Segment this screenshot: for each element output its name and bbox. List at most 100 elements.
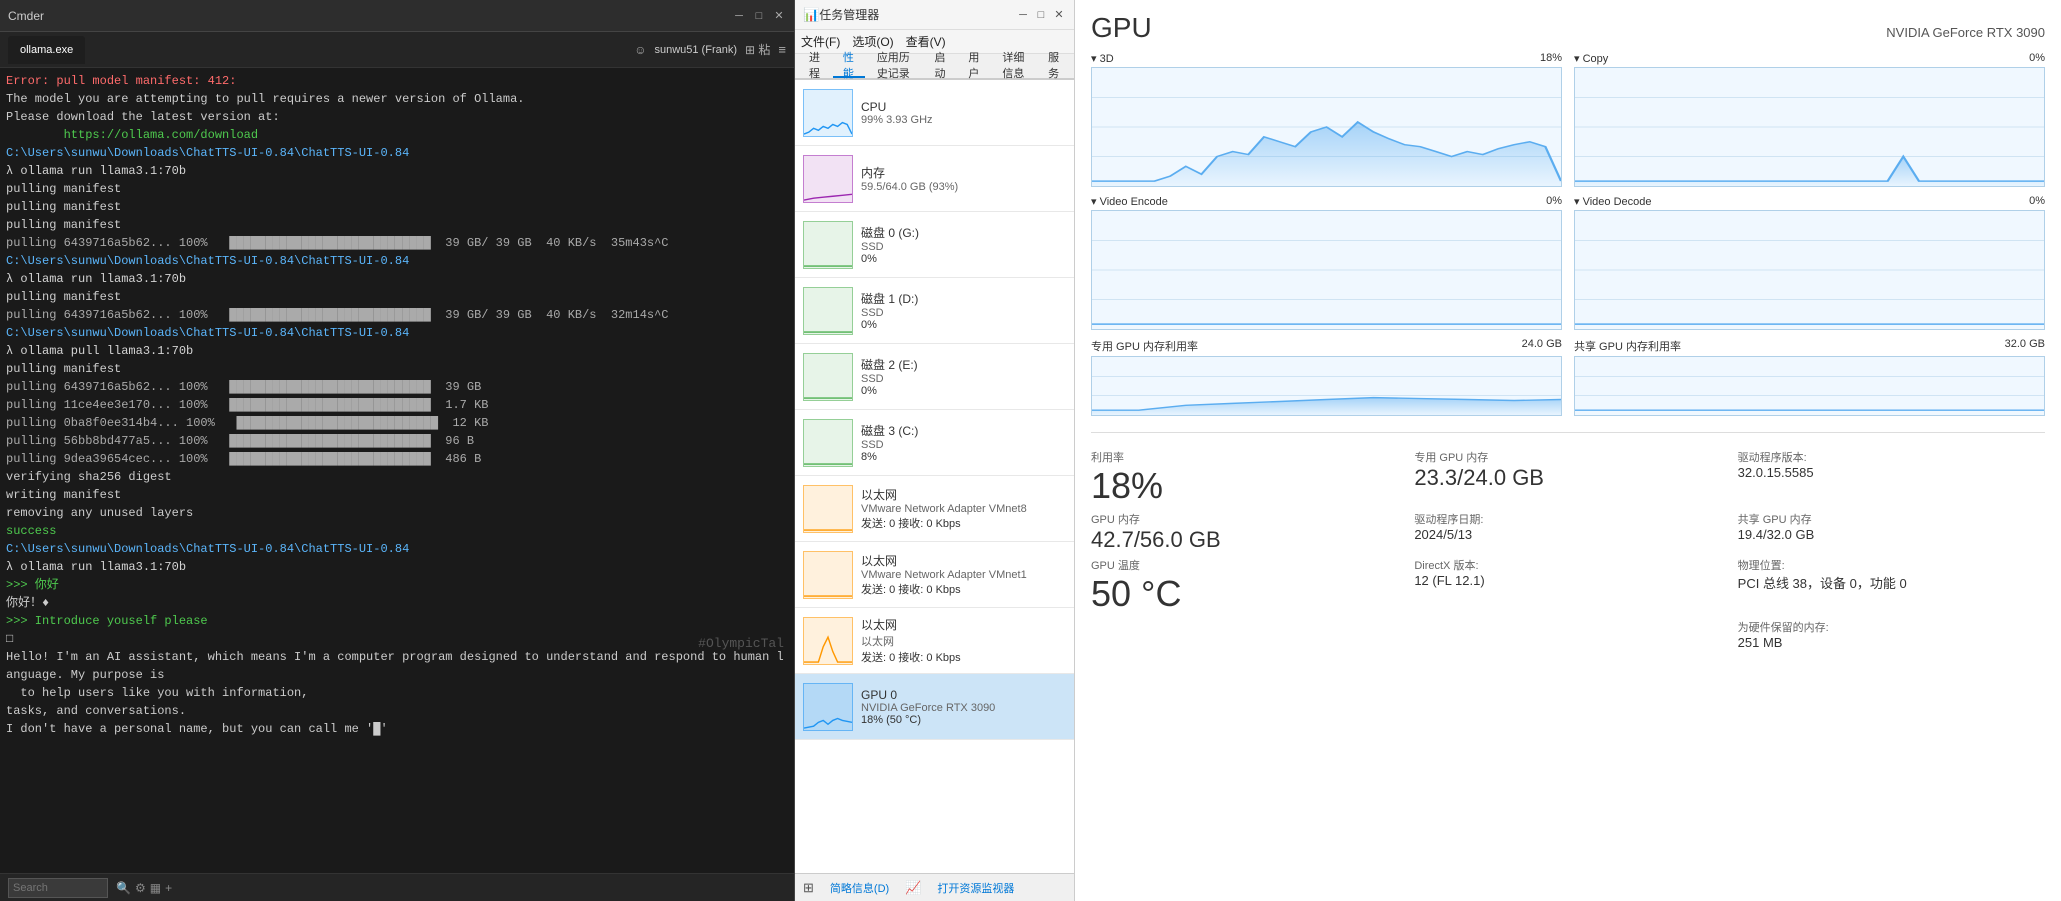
resource-val: 0% [861, 319, 1066, 331]
taskmgr-maximize-icon[interactable]: □ [1034, 8, 1048, 22]
driver-version-label: 驱动程序版本: [1738, 449, 2045, 465]
reserved-mem-value: 251 MB [1738, 635, 2045, 650]
resource-mini-graph [803, 485, 853, 533]
reserved-mem-label: 为硬件保留的内存: [1738, 619, 2045, 635]
terminal-toolbar-icons: 🔍 ⚙ ▦ + [116, 881, 172, 895]
resource-list: CPU 99% 3.93 GHz 内存 59.5/64.0 GB (93%) [795, 80, 1074, 873]
resource-mini-graph [803, 287, 853, 335]
resource-item[interactable]: CPU 99% 3.93 GHz [795, 80, 1074, 146]
taskmgr-title: 任务管理器 [819, 6, 879, 23]
tab-details[interactable]: 详细信息 [992, 54, 1036, 78]
resource-item[interactable]: 磁盘 1 (D:) SSD 0% [795, 278, 1074, 344]
resource-item[interactable]: 以太网 以太网 发送: 0 接收: 0 Kbps [795, 608, 1074, 674]
terminal-watermark: #OlympicTal [698, 634, 784, 654]
taskmgr-window-controls: ─ □ ✕ [1016, 8, 1066, 22]
resource-info: 以太网 以太网 发送: 0 接收: 0 Kbps [861, 616, 1066, 665]
resource-info: 以太网 VMware Network Adapter VMnet8 发送: 0 … [861, 486, 1066, 531]
terminal-tab[interactable]: ollama.exe [8, 36, 85, 64]
gpu-copy-label-text: ▾ Copy [1574, 52, 1608, 65]
terminal-line: pulling manifest [6, 288, 788, 306]
copy-icon[interactable]: ⊞ 粘 [745, 41, 770, 58]
tab-startup[interactable]: 启动 [925, 54, 957, 78]
minimize-icon[interactable]: ─ [732, 9, 746, 23]
resource-mini-graph [803, 353, 853, 401]
driver-date-label: 驱动程序日期: [1414, 511, 1721, 527]
gpu-3d-graph [1091, 67, 1562, 187]
settings-icon2[interactable]: ⚙ [135, 881, 146, 895]
menu-file[interactable]: 文件(F) [801, 33, 840, 50]
terminal-line: pulling manifest [6, 216, 788, 234]
terminal-line: λ ollama pull llama3.1:70b [6, 342, 788, 360]
terminal-line: Hello! I'm an AI assistant, which means … [6, 648, 788, 684]
resource-item[interactable]: 以太网 VMware Network Adapter VMnet8 发送: 0 … [795, 476, 1074, 542]
tab-performance[interactable]: 性能 [833, 54, 865, 78]
gpu-dedicated-mem-block: 专用 GPU 内存利用率 24.0 GB [1091, 338, 1562, 416]
tab-services[interactable]: 服务 [1038, 54, 1070, 78]
utilization-value: 18% [1091, 465, 1398, 507]
resource-name: 以太网 [861, 552, 1066, 569]
gpu-driver-version-stat: 驱动程序版本: 32.0.15.5585 [1738, 449, 2045, 507]
dedicated-mem-value: 23.3/24.0 GB [1414, 465, 1721, 491]
terminal-line: λ ollama run llama3.1:70b [6, 162, 788, 180]
terminal-line: Error: pull model manifest: 412: [6, 72, 788, 90]
resource-info: 磁盘 2 (E:) SSD 0% [861, 356, 1066, 397]
tab-process[interactable]: 进程 [799, 54, 831, 78]
terminal-line: success [6, 522, 788, 540]
resource-item[interactable]: 磁盘 2 (E:) SSD 0% [795, 344, 1074, 410]
taskmgr-panel: 📊 任务管理器 ─ □ ✕ 文件(F) 选项(O) 查看(V) 进程 性能 应用… [795, 0, 1075, 901]
menu-view[interactable]: 查看(V) [906, 33, 946, 50]
resource-item[interactable]: 磁盘 3 (C:) SSD 8% [795, 410, 1074, 476]
resource-mini-graph [803, 683, 853, 731]
gpu-header: GPU NVIDIA GeForce RTX 3090 [1091, 12, 2045, 44]
dedicated-mem-label: 专用 GPU 内存 [1414, 449, 1721, 465]
search-icon[interactable]: 🔍 [116, 881, 131, 895]
resource-name: 磁盘 1 (D:) [861, 290, 1066, 307]
resource-val: 0% [861, 253, 1066, 265]
gpu-stats-grid: 利用率 18% 专用 GPU 内存 23.3/24.0 GB 驱动程序版本: 3… [1091, 449, 2045, 650]
terminal-content[interactable]: Error: pull model manifest: 412:The mode… [0, 68, 794, 873]
gpu-vencode-block: ▾ Video Encode 0% [1091, 195, 1562, 330]
layout-icon[interactable]: ▦ [150, 881, 161, 895]
resource-item[interactable]: 磁盘 0 (G:) SSD 0% [795, 212, 1074, 278]
taskmgr-minimize-icon[interactable]: ─ [1016, 8, 1030, 22]
plus-icon[interactable]: + [165, 881, 172, 895]
terminal-line: pulling 6439716a5b62... 100% ███████████… [6, 378, 788, 396]
gpu-copy-block: ▾ Copy 0% [1574, 52, 2045, 187]
gpu-driver-date-stat: 驱动程序日期: 2024/5/13 [1414, 511, 1721, 553]
terminal-window-controls: ─ □ ✕ [732, 9, 786, 23]
resource-monitor-link[interactable]: 打开资源监视器 [937, 880, 1014, 896]
tab-app-history[interactable]: 应用历史记录 [867, 54, 923, 78]
terminal-line: C:\Users\sunwu\Downloads\ChatTTS-UI-0.84… [6, 324, 788, 342]
directx-label: DirectX 版本: [1414, 557, 1721, 573]
gpu-top-graphs: ▾ 3D 18% [1091, 52, 2045, 187]
terminal-line: λ ollama run llama3.1:70b [6, 270, 788, 288]
resource-mini-graph [803, 89, 853, 137]
terminal-title: Cmder [8, 9, 44, 23]
terminal-line: pulling manifest [6, 360, 788, 378]
taskmgr-close-icon[interactable]: ✕ [1052, 8, 1066, 22]
gpu-mem-value: 42.7/56.0 GB [1091, 527, 1398, 553]
gpu-shared-max: 32.0 GB [2005, 338, 2045, 354]
menu-options[interactable]: 选项(O) [852, 33, 893, 50]
gpu-title: GPU [1091, 12, 1152, 44]
terminal-titlebar: Cmder ─ □ ✕ [0, 0, 794, 32]
close-icon[interactable]: ✕ [772, 9, 786, 23]
maximize-icon[interactable]: □ [752, 9, 766, 23]
gpu-shared-label-text: 共享 GPU 内存利用率 [1574, 338, 1681, 354]
tab-users[interactable]: 用户 [958, 54, 990, 78]
hardware-label: 物理位置: [1738, 557, 2045, 573]
resource-item[interactable]: 内存 59.5/64.0 GB (93%) [795, 146, 1074, 212]
gpu-dedicated-mem-stat: 专用 GPU 内存 23.3/24.0 GB [1414, 449, 1721, 507]
taskmgr-titlebar: 📊 任务管理器 ─ □ ✕ [795, 0, 1074, 30]
resource-mini-graph [803, 419, 853, 467]
resource-sub: VMware Network Adapter VMnet1 [861, 569, 1066, 581]
settings-icon[interactable]: ≡ [778, 42, 786, 57]
summary-link[interactable]: 简略信息(D) [830, 880, 889, 896]
gpu-3d-label-text: ▾ 3D [1091, 52, 1114, 65]
resource-val: 发送: 0 接收: 0 Kbps [861, 581, 1066, 597]
resource-item[interactable]: 以太网 VMware Network Adapter VMnet1 发送: 0 … [795, 542, 1074, 608]
terminal-search-input[interactable] [8, 878, 108, 898]
resource-sub: 99% 3.93 GHz [861, 114, 1066, 126]
resource-item[interactable]: GPU 0 NVIDIA GeForce RTX 3090 18% (50 °C… [795, 674, 1074, 740]
gpu-hardware-stat: 物理位置: PCI 总线 38，设备 0，功能 0 [1738, 557, 2045, 615]
